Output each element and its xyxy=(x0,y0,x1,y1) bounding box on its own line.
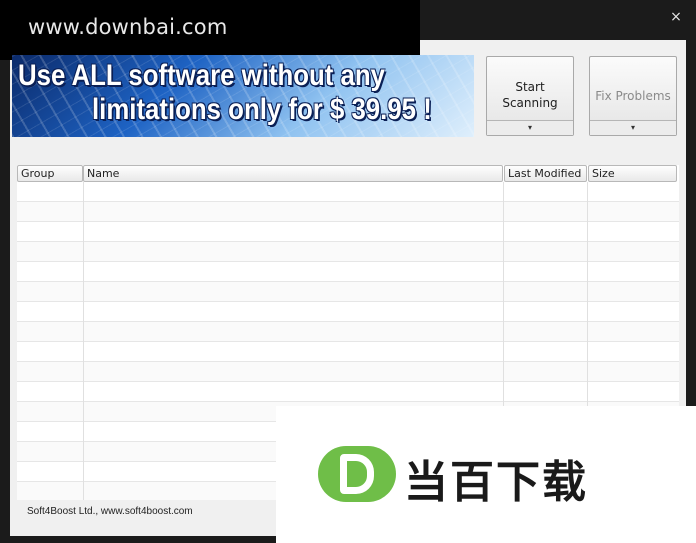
watermark-overlay: 当百下载 xyxy=(276,406,696,543)
watermark-logo-icon xyxy=(318,446,396,502)
column-header-group[interactable]: Group xyxy=(17,165,83,182)
column-header-name[interactable]: Name xyxy=(83,165,503,182)
fix-problems-dropdown[interactable]: ▾ xyxy=(590,120,676,135)
table-row[interactable] xyxy=(17,302,679,322)
watermark-site-url: www.downbai.com xyxy=(0,0,420,60)
column-separator xyxy=(83,182,84,500)
table-row[interactable] xyxy=(17,362,679,382)
table-row[interactable] xyxy=(17,222,679,242)
start-scanning-button[interactable]: Start Scanning ▾ xyxy=(486,56,574,136)
start-scanning-dropdown[interactable]: ▾ xyxy=(487,120,573,135)
watermark-logo-text: 当百下载 xyxy=(404,457,588,508)
table-row[interactable] xyxy=(17,342,679,362)
table-row[interactable] xyxy=(17,262,679,282)
banner-line-2: limitations only for $ 39.95 ! xyxy=(92,93,432,126)
table-row[interactable] xyxy=(17,202,679,222)
footer-copyright: Soft4Boost Ltd., www.soft4boost.com xyxy=(27,506,193,517)
banner-line-1: Use ALL software without any xyxy=(18,59,385,92)
close-icon[interactable]: × xyxy=(667,8,685,26)
column-header-size[interactable]: Size xyxy=(588,165,677,182)
list-header: Group Name Last Modified Size xyxy=(17,165,679,182)
table-row[interactable] xyxy=(17,242,679,262)
column-header-last-modified[interactable]: Last Modified xyxy=(504,165,587,182)
fix-problems-label: Fix Problems xyxy=(595,89,671,103)
table-row[interactable] xyxy=(17,182,679,202)
app-window: www.downbai.com × Use ALL software witho… xyxy=(0,0,696,543)
table-row[interactable] xyxy=(17,282,679,302)
start-scanning-label: Start Scanning xyxy=(502,80,558,110)
table-row[interactable] xyxy=(17,382,679,402)
logo-letter-shape xyxy=(340,454,374,494)
table-row[interactable] xyxy=(17,322,679,342)
chevron-down-icon: ▾ xyxy=(527,123,532,132)
promo-banner[interactable]: Use ALL software without any limitations… xyxy=(12,55,474,137)
chevron-down-icon: ▾ xyxy=(630,123,635,132)
fix-problems-button[interactable]: Fix Problems ▾ xyxy=(589,56,677,136)
